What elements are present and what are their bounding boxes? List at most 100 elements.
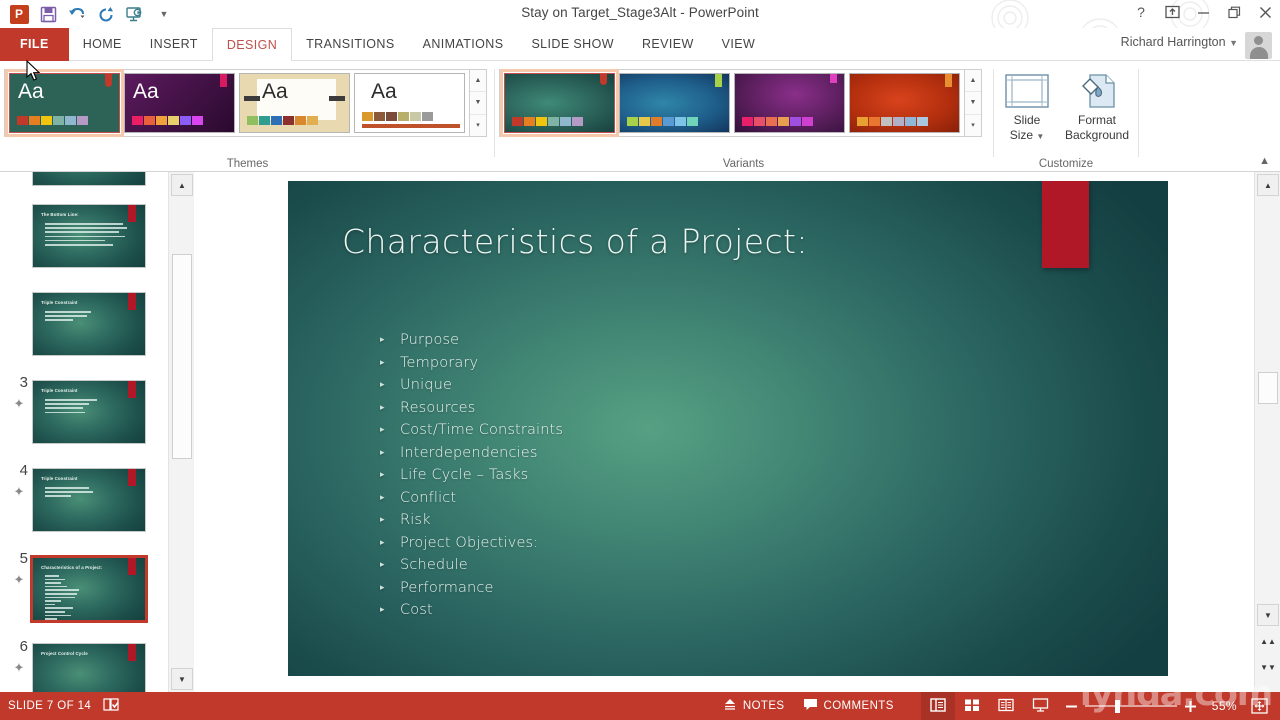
slide-thumb-accent — [128, 644, 136, 661]
variants-gallery[interactable] — [499, 69, 965, 137]
slide-thumb-background — [33, 172, 145, 185]
tab-design[interactable]: DESIGN — [212, 28, 292, 62]
restore-icon[interactable] — [1225, 3, 1243, 21]
slide-thumbnail-pane[interactable]: 3 ✦ The Bottom Line: 4 ✦ Triple Constrai… — [0, 172, 168, 692]
list-item[interactable]: Triple Constraint — [32, 292, 146, 356]
user-account[interactable]: Richard Harrington ▼ — [1121, 35, 1238, 49]
list-item-selected[interactable]: Characteristics of a Project: — [30, 555, 148, 623]
variants-scroll-down-icon[interactable]: ▼ — [965, 92, 981, 114]
zoom-level[interactable]: 55% — [1204, 699, 1245, 713]
list-item[interactable]: Triple Constraint — [32, 380, 146, 444]
list-item: ▸Risk — [380, 509, 563, 532]
variants-gallery-scroll[interactable]: ▲ ▼ ▾ — [965, 69, 982, 137]
minimize-icon[interactable] — [1194, 3, 1212, 21]
slide-editing-area[interactable]: Characteristics of a Project: ▸Purpose ▸… — [194, 172, 1254, 692]
list-item[interactable] — [32, 172, 146, 186]
ribbon-options-icon[interactable] — [1163, 3, 1181, 21]
thumbnail-pane-scrollbar[interactable]: ▲ ▼ — [168, 172, 194, 692]
variant-item-purple[interactable] — [734, 73, 845, 133]
ribbon-group-variants: ▲ ▼ ▾ Variants — [499, 61, 988, 172]
comments-button[interactable]: COMMENTS — [794, 692, 903, 720]
help-icon[interactable]: ? — [1132, 3, 1150, 21]
variant-swatches — [857, 117, 928, 126]
theme-corner-accent — [105, 74, 112, 87]
slide-indicator[interactable]: SLIDE 7 OF 14 — [8, 700, 91, 712]
tab-insert[interactable]: INSERT — [136, 28, 212, 61]
thumbnail-scroll-down-icon[interactable]: ▼ — [171, 668, 193, 690]
format-background-button[interactable]: Format Background — [1057, 69, 1137, 155]
thumbnail-scrollbar-thumb[interactable] — [172, 254, 192, 459]
theme-item-1[interactable]: Aa — [9, 73, 120, 133]
slide-size-label-line2: Size — [1010, 128, 1033, 142]
themes-scroll-down-icon[interactable]: ▼ — [470, 92, 486, 114]
tab-file[interactable]: FILE — [0, 28, 69, 61]
bullet-text: Resources — [400, 400, 475, 416]
reading-view-icon — [998, 698, 1014, 715]
slide-size-chevron-down-icon[interactable]: ▼ — [1036, 132, 1044, 141]
stage-scrollbar-thumb[interactable] — [1258, 372, 1278, 404]
next-slide-button[interactable]: ▼▼ — [1257, 656, 1279, 678]
avatar[interactable] — [1245, 32, 1272, 59]
current-slide[interactable]: Characteristics of a Project: ▸Purpose ▸… — [288, 181, 1168, 676]
themes-gallery[interactable]: Aa Aa Aa — [4, 69, 470, 137]
notes-icon — [723, 698, 737, 714]
close-icon[interactable] — [1256, 3, 1274, 21]
slide-number: 5 — [10, 550, 28, 567]
tab-review[interactable]: REVIEW — [628, 28, 708, 61]
reading-view-button[interactable] — [989, 692, 1023, 720]
bullet-text: Schedule — [400, 557, 468, 573]
bullet-triangle-icon: ▸ — [380, 448, 400, 458]
variants-scroll-up-icon[interactable]: ▲ — [965, 70, 981, 92]
bullet-text: Cost/Time Constraints — [400, 422, 563, 438]
slide-show-view-button[interactable] — [1023, 692, 1058, 720]
user-chevron-down-icon[interactable]: ▼ — [1229, 38, 1238, 48]
slide-body-placeholder[interactable]: ▸Purpose ▸Temporary ▸Unique ▸Resources ▸… — [380, 329, 563, 622]
zoom-out-button[interactable] — [1058, 692, 1085, 720]
themes-scroll-up-icon[interactable]: ▲ — [470, 70, 486, 92]
ribbon-tab-bar: FILE HOME INSERT DESIGN TRANSITIONS ANIM… — [0, 28, 1280, 61]
list-item[interactable]: The Bottom Line: — [32, 204, 146, 268]
variant-item-green[interactable] — [504, 73, 615, 133]
fit-to-window-button[interactable] — [1245, 692, 1274, 720]
bullet-text: Temporary — [400, 355, 478, 371]
notes-button[interactable]: NOTES — [714, 692, 794, 720]
zoom-in-button[interactable] — [1177, 692, 1204, 720]
variant-corner-accent — [600, 74, 607, 85]
stage-scroll-down-icon[interactable]: ▼ — [1257, 604, 1279, 626]
bullet-triangle-icon: ▸ — [380, 425, 400, 435]
theme-preview-text: Aa — [262, 80, 288, 104]
variants-more-icon[interactable]: ▾ — [965, 115, 981, 136]
themes-gallery-scroll[interactable]: ▲ ▼ ▾ — [470, 69, 487, 137]
theme-item-3[interactable]: Aa — [239, 73, 350, 133]
tab-slide-show[interactable]: SLIDE SHOW — [517, 28, 628, 61]
zoom-slider-handle[interactable] — [1115, 700, 1120, 713]
list-item[interactable]: Project Control Cycle — [32, 643, 146, 692]
powerpoint-window: P ▼ Stay on Target_Stage3Alt - PowerPoin… — [0, 0, 1280, 720]
slide-thumb-title: Triple Constraint — [41, 300, 78, 305]
variant-item-red[interactable] — [849, 73, 960, 133]
normal-view-button[interactable] — [921, 692, 955, 720]
slide-area-scrollbar[interactable]: ▲ ▼ ▲▲ ▼▼ — [1254, 172, 1280, 692]
tab-animations[interactable]: ANIMATIONS — [409, 28, 518, 61]
group-label-variants: Variants — [499, 158, 988, 170]
variant-swatches — [512, 117, 583, 126]
theme-item-4[interactable]: Aa — [354, 73, 465, 133]
themes-more-icon[interactable]: ▾ — [470, 115, 486, 136]
zoom-slider[interactable] — [1085, 692, 1177, 720]
thumbnail-scroll-up-icon[interactable]: ▲ — [171, 174, 193, 196]
slide-size-button[interactable]: Slide Size ▼ — [995, 69, 1059, 155]
spellcheck-icon[interactable] — [103, 697, 120, 715]
stage-scroll-up-icon[interactable]: ▲ — [1257, 174, 1279, 196]
list-item: ▸Schedule — [380, 554, 563, 577]
tab-view[interactable]: VIEW — [708, 28, 770, 61]
tab-transitions[interactable]: TRANSITIONS — [292, 28, 408, 61]
slide-size-icon — [1005, 69, 1049, 113]
list-item[interactable]: Triple Constraint — [32, 468, 146, 532]
tab-home[interactable]: HOME — [69, 28, 136, 61]
previous-slide-button[interactable]: ▲▲ — [1257, 630, 1279, 652]
variant-item-blue[interactable] — [619, 73, 730, 133]
collapse-ribbon-chevron-up-icon[interactable]: ▲ — [1259, 155, 1270, 167]
slide-title[interactable]: Characteristics of a Project: — [342, 222, 808, 261]
theme-item-2[interactable]: Aa — [124, 73, 235, 133]
slide-sorter-view-button[interactable] — [955, 692, 989, 720]
